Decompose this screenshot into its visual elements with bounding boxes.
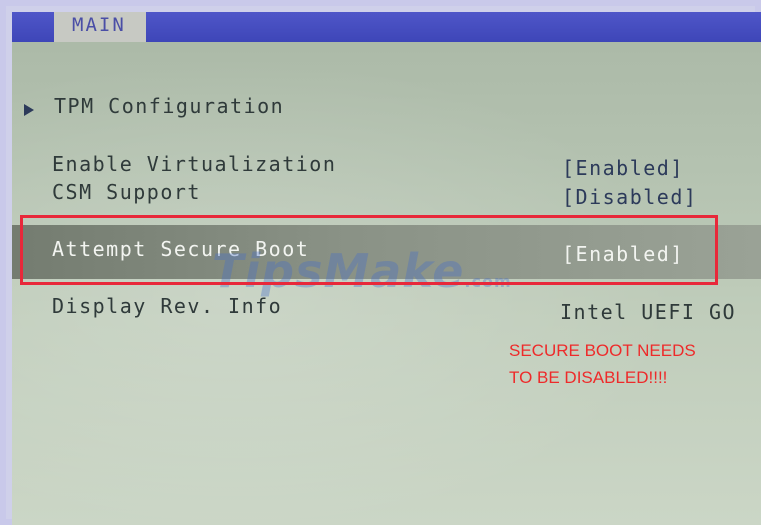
menu-item-display-rev-info: Display Rev. Info xyxy=(52,294,283,318)
annotation-line-2: TO BE DISABLED!!!! xyxy=(509,368,668,387)
menu-item-enable-virtualization[interactable]: Enable Virtualization xyxy=(52,152,336,176)
bios-tab-bar: MAIN xyxy=(12,12,761,42)
enable-virtualization-value[interactable]: [Enabled] xyxy=(562,156,684,180)
tab-main[interactable]: MAIN xyxy=(54,12,146,42)
menu-item-tpm-configuration[interactable]: TPM Configuration xyxy=(54,94,284,118)
menu-item-csm-support[interactable]: CSM Support xyxy=(52,180,201,204)
red-highlight-box xyxy=(20,215,718,285)
triangle-right-icon xyxy=(24,104,34,116)
annotation-note: SECURE BOOT NEEDS TO BE DISABLED!!!! xyxy=(509,337,696,391)
annotation-line-1: SECURE BOOT NEEDS xyxy=(509,341,696,360)
csm-support-value[interactable]: [Disabled] xyxy=(562,185,697,209)
photo-frame: MAIN TPM Configuration Enable Virtualiza… xyxy=(0,0,761,525)
display-rev-info-value: Intel UEFI GO xyxy=(560,300,737,324)
bios-screen: MAIN TPM Configuration Enable Virtualiza… xyxy=(12,12,761,525)
